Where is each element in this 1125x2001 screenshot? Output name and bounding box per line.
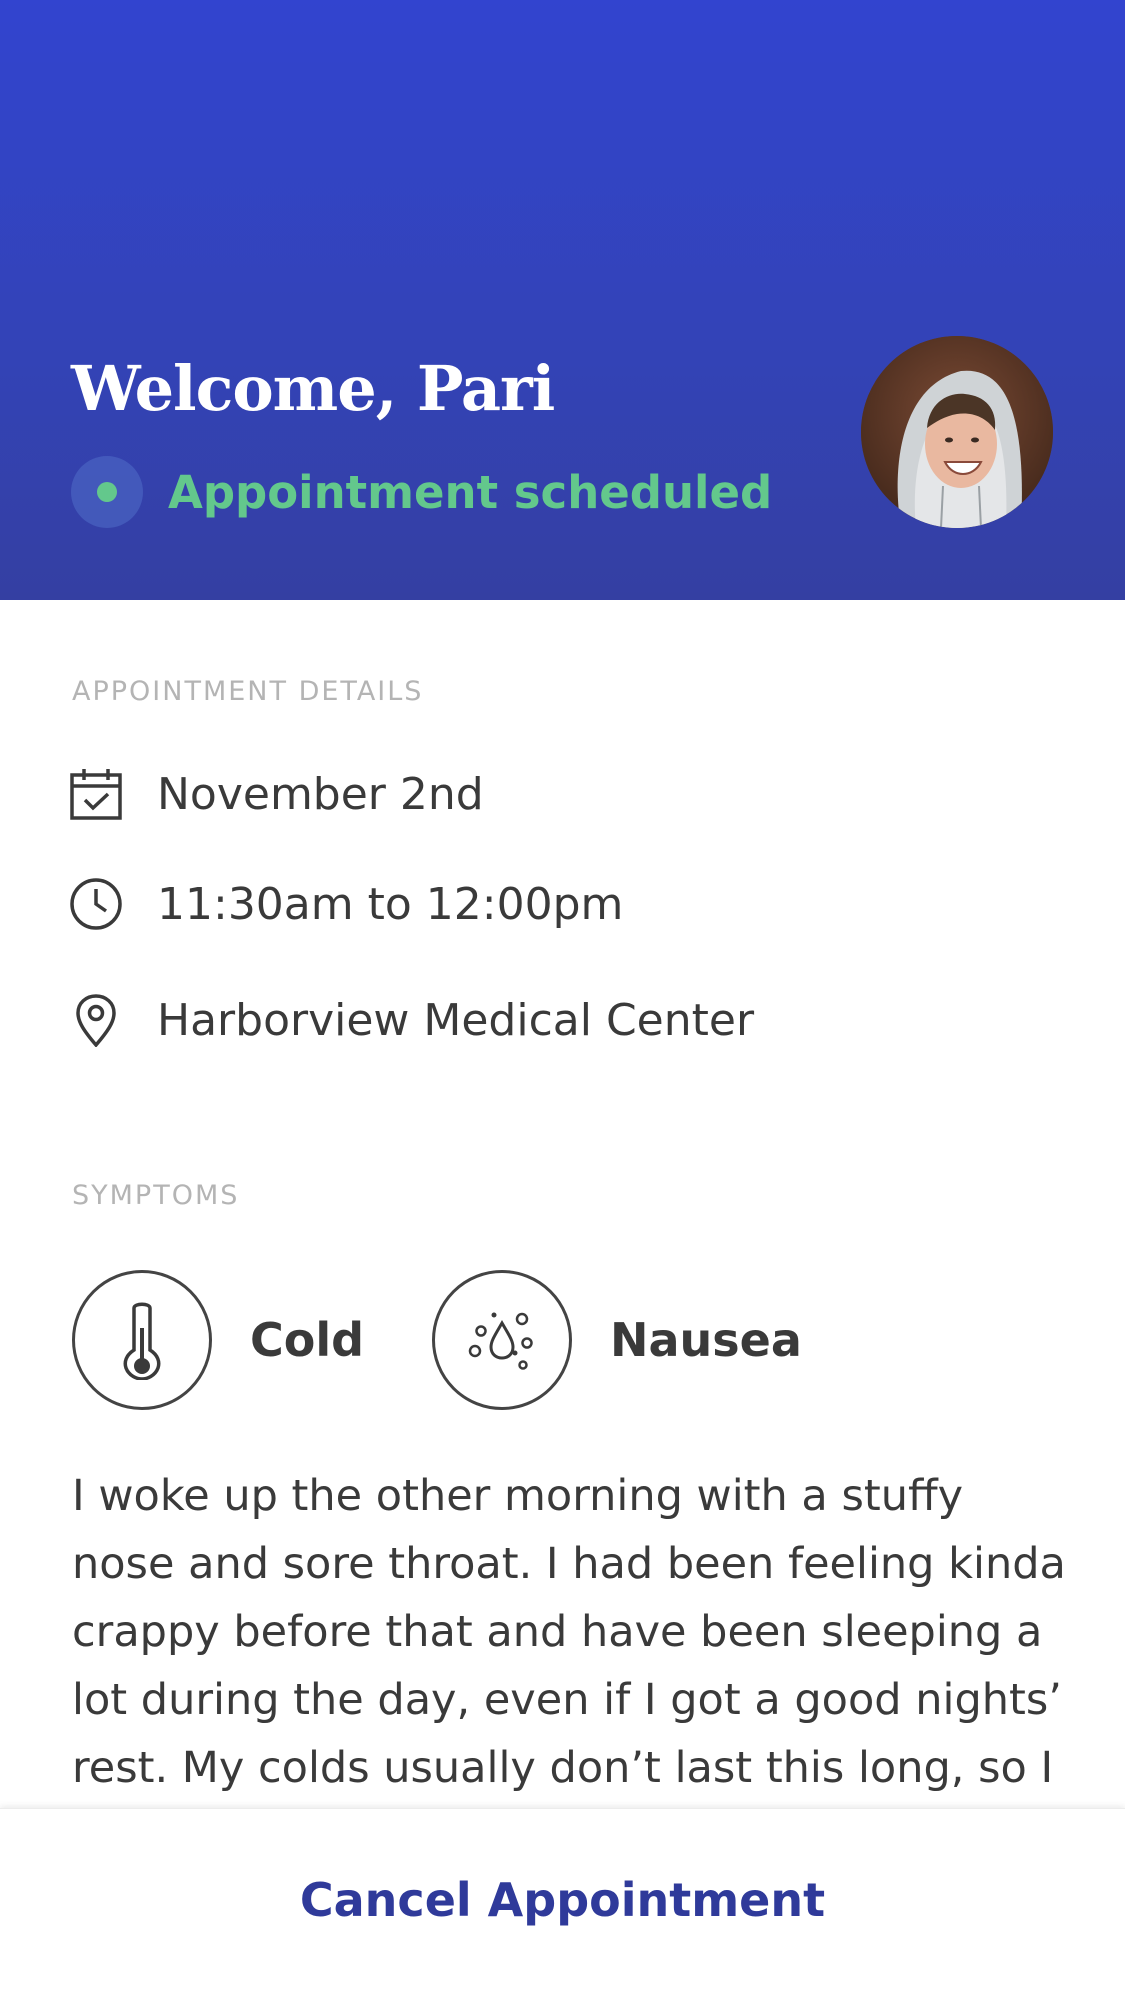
location-row: Harborview Medical Center <box>68 990 754 1050</box>
status-indicator-icon <box>71 456 143 528</box>
header-banner: Welcome, Pari Appointment scheduled <box>0 0 1125 600</box>
cancel-appointment-button[interactable]: Cancel Appointment <box>0 1809 1125 2001</box>
appointment-date: November 2nd <box>157 768 484 820</box>
droplets-icon <box>432 1270 572 1410</box>
appointment-details-heading: APPOINTMENT DETAILS <box>72 676 424 707</box>
symptom-description: I woke up the other morning with a stuff… <box>72 1471 1066 1793</box>
date-row: November 2nd <box>68 764 484 824</box>
time-row: 11:30am to 12:00pm <box>68 874 623 934</box>
appointment-time: 11:30am to 12:00pm <box>157 878 624 930</box>
welcome-title: Welcome, Pari <box>71 352 555 425</box>
status-text: Appointment scheduled <box>168 466 773 519</box>
symptom-cold[interactable]: Cold <box>72 1268 364 1412</box>
appointment-location: Harborview Medical Center <box>157 994 755 1046</box>
status-dot <box>97 482 117 502</box>
appointment-screen: Welcome, Pari Appointment scheduled APPO… <box>0 0 1125 2001</box>
footer-bar: Cancel Appointment <box>0 1808 1125 2001</box>
calendar-check-icon <box>68 766 124 822</box>
clock-icon <box>68 876 124 932</box>
avatar-photo <box>861 336 1053 528</box>
symptom-cold-label: Cold <box>250 1313 365 1367</box>
map-pin-icon <box>68 992 124 1048</box>
symptom-nausea[interactable]: Nausea <box>432 1268 802 1412</box>
symptoms-heading: SYMPTOMS <box>72 1180 240 1211</box>
symptom-nausea-label: Nausea <box>610 1313 802 1367</box>
thermometer-icon <box>72 1270 212 1410</box>
avatar[interactable] <box>861 336 1053 528</box>
